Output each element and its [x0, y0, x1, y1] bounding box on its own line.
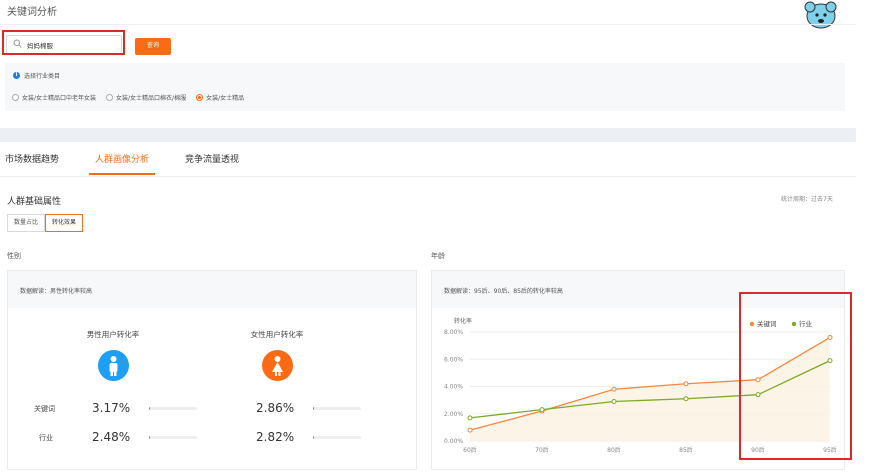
series-point-1-3 — [683, 396, 689, 402]
male-keyword-bar-fill — [149, 407, 151, 410]
section-title: 人群基础属性 — [7, 197, 62, 207]
female-icon — [261, 350, 293, 381]
header-divider — [0, 24, 856, 25]
age-title: 年龄 — [431, 252, 445, 260]
female-industry-value: 2.82% — [256, 430, 295, 444]
female-column: 女性用户转化率 — [242, 329, 312, 381]
radio-button[interactable] — [12, 94, 19, 101]
tab-crowd-profile[interactable]: 人群画像分析 — [89, 152, 156, 175]
male-conversion-label: 男性用户转化率 — [86, 330, 140, 339]
y-tick-label: 0.00% — [444, 438, 463, 445]
female-conversion-label: 女性用户转化率 — [250, 330, 304, 339]
stat-period: 统计周期：过去7天 — [781, 196, 833, 203]
x-tick-label: 85后 — [679, 446, 693, 454]
y-tick-label: 4.00% — [444, 384, 463, 391]
metric-toggle: 数量占比 转化效果 — [7, 214, 84, 232]
x-tick-label: 80后 — [607, 446, 621, 454]
chart-highlight-box — [739, 292, 852, 460]
female-industry-bar — [313, 436, 361, 439]
radio-button-selected[interactable] — [196, 94, 204, 101]
female-industry-bar-fill — [313, 436, 315, 439]
female-keyword-bar — [313, 407, 361, 410]
query-button[interactable]: 查询 — [135, 38, 171, 55]
male-industry-bar — [149, 436, 197, 439]
radio-button[interactable] — [106, 94, 114, 101]
female-keyword-bar-fill — [313, 407, 315, 410]
male-icon — [97, 350, 129, 381]
industry-label: i 选择行业类目 — [13, 71, 60, 80]
section-separator — [0, 128, 856, 142]
x-tick-label: 70后 — [535, 446, 549, 454]
y-tick-label: 6.00% — [444, 356, 463, 363]
tab-market-trend[interactable]: 市场数据趋势 — [5, 152, 59, 175]
series-point-1-2 — [611, 398, 617, 404]
industry-option-3[interactable]: 女装/女士精品 — [196, 93, 244, 102]
y-tick-label: 8.00% — [444, 329, 463, 336]
row-label-industry: 行业 — [39, 434, 53, 442]
male-keyword-value: 3.17% — [92, 401, 131, 415]
industry-option-2[interactable]: 女装/女士精品口棉衣/棉服 — [106, 93, 186, 102]
industry-option-label: 女装/女士精品口棉衣/棉服 — [116, 95, 187, 102]
y-axis-label: 转化率 — [454, 317, 472, 325]
tabs-divider — [0, 176, 856, 177]
male-industry-value: 2.48% — [92, 430, 131, 444]
gender-title: 性别 — [7, 252, 21, 260]
female-keyword-value: 2.86% — [256, 401, 295, 415]
info-icon: i — [13, 72, 20, 79]
industry-label-text: 选择行业类目 — [24, 73, 61, 80]
analysis-tabs: 市场数据趋势 人群画像分析 竞争流量透视 — [5, 152, 239, 175]
series-point-1-0 — [467, 415, 473, 421]
series-point-1-1 — [539, 407, 545, 413]
industry-panel: i 选择行业类目 女装/女士精品口中老年女装 女装/女士精品口棉衣/棉服 女装/… — [5, 63, 845, 111]
industry-option-label: 女装/女士精品 — [206, 95, 245, 102]
row-label-keyword: 关键词 — [34, 405, 55, 413]
male-column: 男性用户转化率 — [78, 329, 148, 381]
industry-options: 女装/女士精品口中老年女装 女装/女士精品口棉衣/棉服 女装/女士精品 — [12, 93, 244, 102]
mascot-avatar-icon — [804, 1, 837, 29]
x-tick-label: 60后 — [463, 446, 477, 454]
y-tick-label: 2.00% — [444, 411, 463, 418]
gender-card: 数据解读：男性转化率较高 男性用户转化率 女性用户转化率 关键词 行业 3.17… — [7, 270, 417, 470]
male-keyword-bar — [149, 407, 197, 410]
series-point-0-2 — [611, 386, 617, 392]
industry-option-label: 女装/女士精品口中老年女装 — [22, 95, 97, 102]
industry-option-1[interactable]: 女装/女士精品口中老年女装 — [12, 93, 96, 102]
series-point-0-3 — [683, 381, 689, 387]
toggle-conversion[interactable]: 转化效果 — [45, 214, 84, 232]
male-industry-bar-fill — [149, 436, 151, 439]
tab-competition-traffic[interactable]: 竞争流量透视 — [185, 152, 239, 175]
gender-note: 数据解读：男性转化率较高 — [8, 271, 416, 308]
series-point-0-0 — [467, 427, 473, 433]
page-title: 关键词分析 — [7, 7, 57, 18]
toggle-quantity-share[interactable]: 数量占比 — [7, 214, 46, 232]
search-highlight-box — [2, 30, 125, 55]
